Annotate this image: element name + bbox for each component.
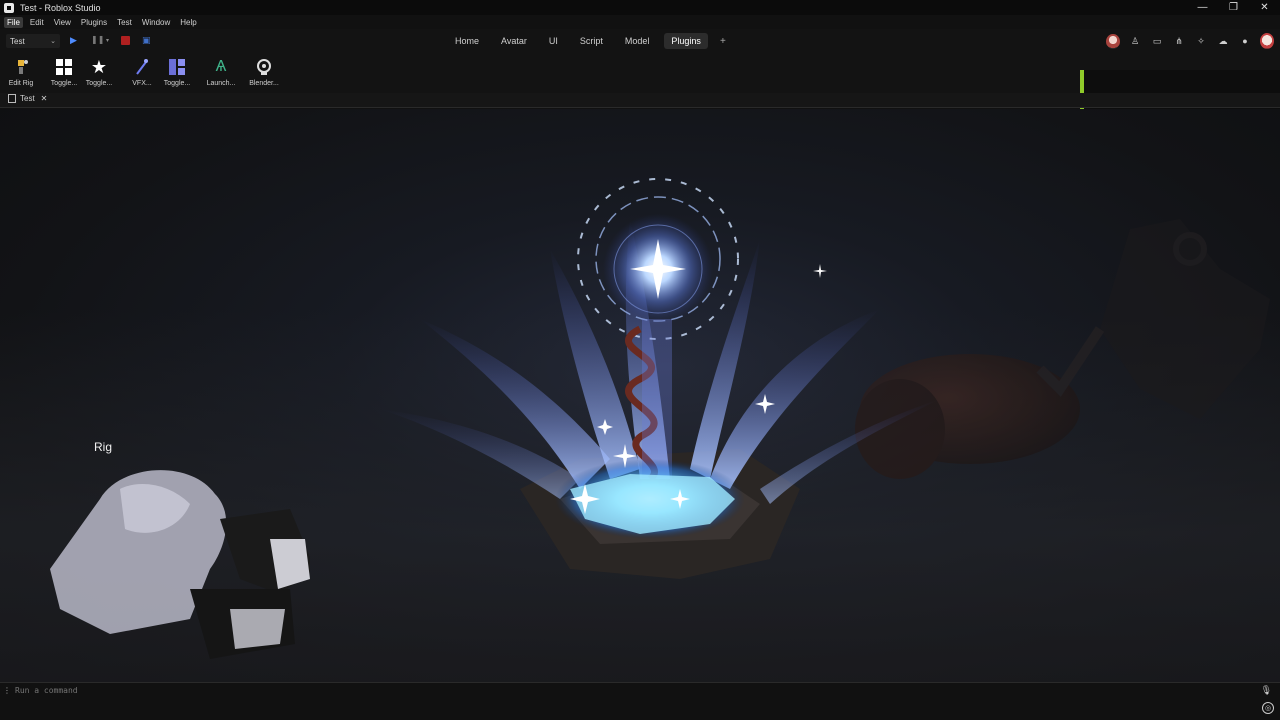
window-title: Test - Roblox Studio [20,2,101,13]
play-options-chevron-icon[interactable]: ▾ [106,37,109,44]
toggle-star-button[interactable]: ★ Toggle... [81,56,117,88]
star-icon: ★ [90,56,108,77]
command-menu-icon[interactable]: ⋮ [3,686,11,695]
tab-model[interactable]: Model [618,33,657,49]
edit-rig-button[interactable]: Edit Rig [3,57,39,87]
title-bar: Test - Roblox Studio — ❐ ✕ [0,0,1280,15]
tab-avatar[interactable]: Avatar [494,33,534,49]
blender-button[interactable]: Blender... [246,57,282,87]
grid-icon [54,57,74,77]
play-icon[interactable]: ▶ [70,35,81,46]
toolbar-row: Test ⌄ ▶ ❚❚ ▾ ▣ Home Avatar UI Script Mo… [0,29,1280,53]
document-tab-label: Test [20,94,35,103]
status-bar: ◎ [0,697,1280,720]
launch-label: Launch... [206,80,236,87]
chevron-down-icon: ⌄ [50,38,56,45]
ribbon-tabs: Home Avatar UI Script Model Plugins + [448,29,726,53]
document-tab-test[interactable]: Test ✕ [8,94,47,103]
document-icon [8,94,16,103]
window-controls: — ❐ ✕ [1187,0,1280,15]
add-tab-button[interactable]: + [720,36,726,47]
document-tabs: Test ✕ [0,93,1280,108]
close-button[interactable]: ✕ [1249,0,1280,15]
menu-bar: File Edit View Plugins Test Window Help [0,15,1280,29]
add-collaborator-icon[interactable]: ♙ [1128,34,1142,48]
toggle-layout-label: Toggle... [163,80,191,87]
toggle-layout-button[interactable]: Toggle... [159,57,195,87]
stop-icon[interactable] [121,36,130,45]
tab-plugins[interactable]: Plugins [664,33,708,49]
menu-plugins[interactable]: Plugins [78,17,110,28]
launch-icon: Ѧ [215,58,227,75]
tab-home[interactable]: Home [448,33,486,49]
restore-button[interactable]: ❐ [1218,0,1249,15]
share-icon[interactable]: ⋔ [1172,34,1186,48]
chat-icon[interactable]: ▭ [1150,34,1164,48]
pause-icon[interactable]: ❚❚ [91,35,105,46]
roblox-studio-icon [4,2,14,13]
header-right-icons: ♙ ▭ ⋔ ✧ ☁ ● [1098,33,1274,49]
place-selector[interactable]: Test ⌄ [6,34,60,48]
tab-ui[interactable]: UI [542,33,565,49]
vfx-button[interactable]: VFX... [124,57,160,87]
blender-label: Blender... [249,80,279,87]
command-input[interactable] [15,685,1215,695]
assistant-icon[interactable]: ◎ [1262,702,1274,714]
vfx-effect[interactable] [380,159,940,599]
user-avatar[interactable] [1260,33,1274,49]
edit-rig-label: Edit Rig [8,80,34,87]
layout-icon [167,57,187,77]
rig-label: Rig [94,440,113,454]
toggle-grid-label: Toggle... [50,80,78,87]
notification-bell-icon[interactable]: ● [1238,34,1252,48]
microphone-icon[interactable]: 🎙 [1261,685,1272,696]
menu-test[interactable]: Test [114,17,135,28]
menu-file[interactable]: File [4,16,23,28]
blender-icon [254,57,274,77]
menu-window[interactable]: Window [139,17,173,28]
toggle-grid-button[interactable]: Toggle... [46,57,82,87]
vfx-label: VFX... [132,80,152,87]
menu-edit[interactable]: Edit [27,17,47,28]
close-tab-icon[interactable]: ✕ [41,94,48,103]
launch-button[interactable]: Ѧ Launch... [203,57,239,87]
place-selector-label: Test [10,36,25,46]
rig-model[interactable] [40,459,310,659]
3d-viewport[interactable]: Rig [0,109,1280,682]
menu-view[interactable]: View [51,17,74,28]
cloud-icon[interactable]: ☁ [1216,34,1230,48]
minimize-button[interactable]: — [1187,0,1218,15]
assistant-sparkle-icon[interactable]: ✧ [1194,34,1208,48]
toggle-star-label: Toggle... [85,80,113,87]
vfx-wand-icon [132,57,152,77]
command-bar: ⋮ 🎙 [0,682,1280,697]
team-create-avatar[interactable] [1106,33,1120,49]
menu-help[interactable]: Help [177,17,199,28]
client-server-icon[interactable]: ▣ [142,35,152,45]
edit-rig-icon [11,57,31,77]
tab-script[interactable]: Script [573,33,610,49]
